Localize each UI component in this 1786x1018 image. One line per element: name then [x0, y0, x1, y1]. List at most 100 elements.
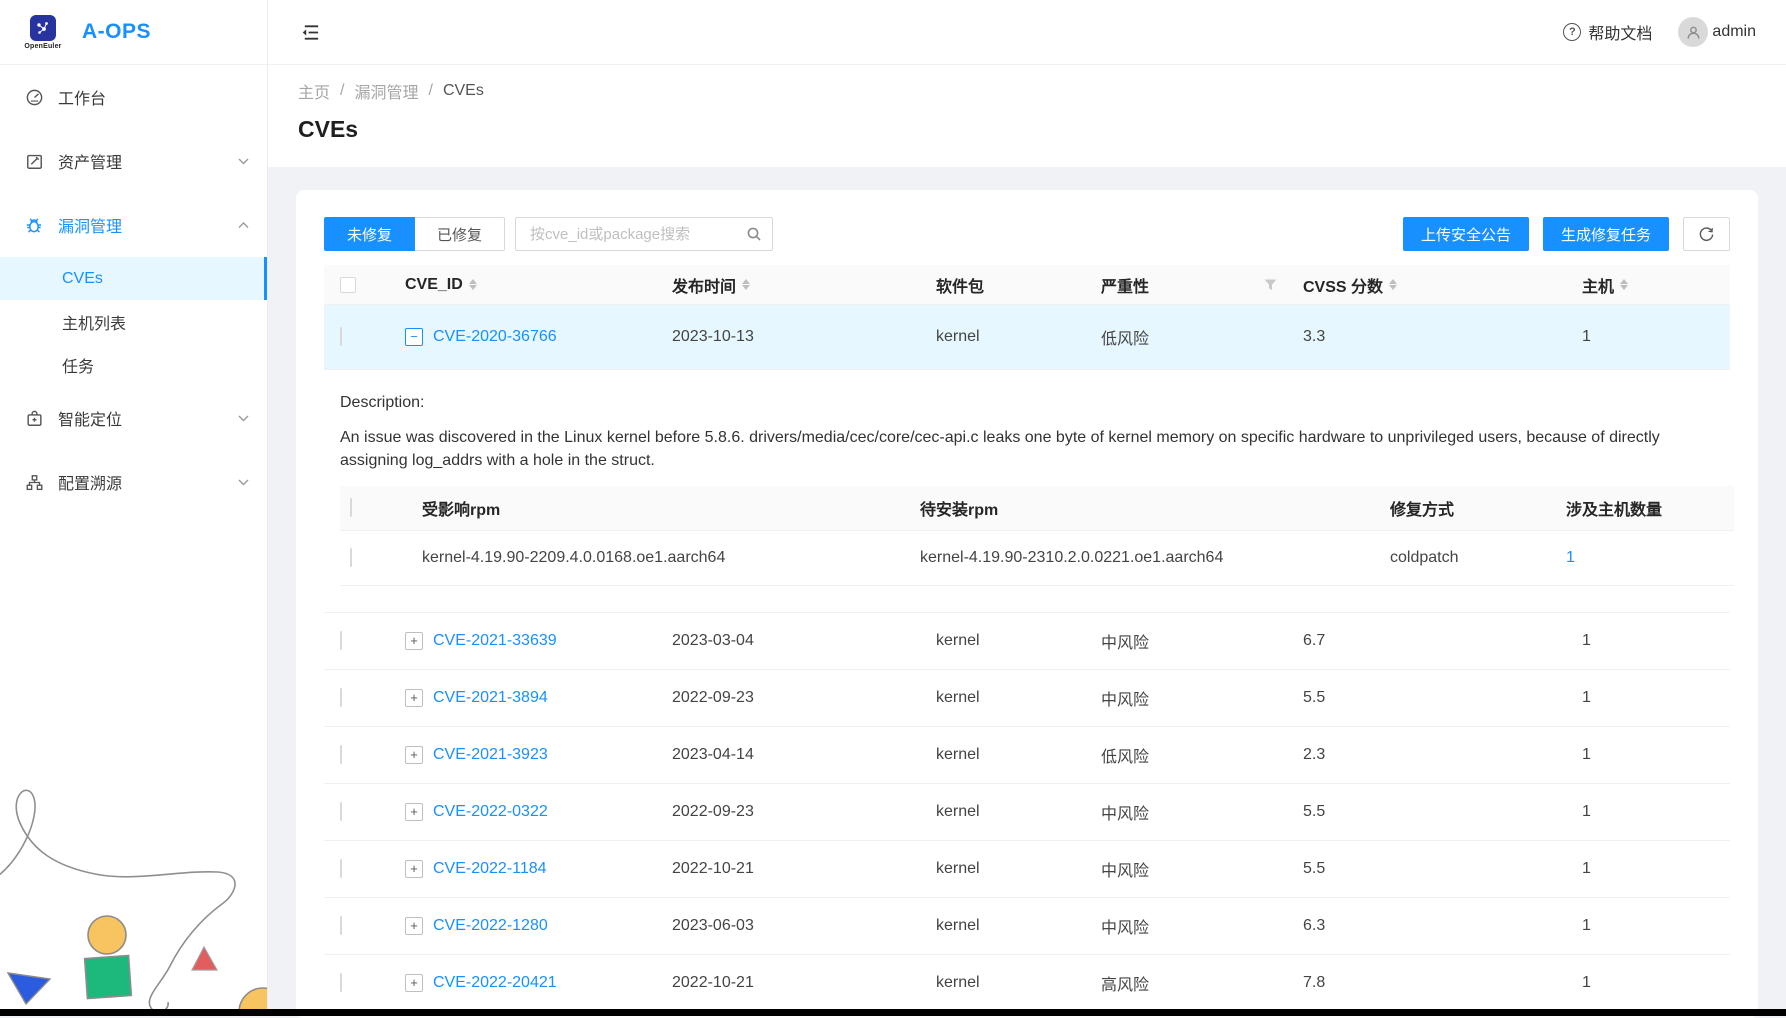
breadcrumb-home[interactable]: 主页 — [298, 79, 330, 103]
package-cell: kernel — [914, 632, 1099, 650]
package-cell: kernel — [914, 860, 1099, 878]
generate-repair-task-button[interactable]: 生成修复任务 — [1543, 217, 1669, 251]
expand-toggle[interactable]: + — [405, 803, 423, 821]
expand-toggle[interactable]: + — [405, 689, 423, 707]
cve-link[interactable]: CVE-2021-3923 — [433, 746, 548, 764]
cve-cell: + CVE-2022-1280 — [388, 917, 664, 935]
cvss-cell: 5.5 — [1301, 803, 1516, 821]
expand-toggle[interactable]: + — [405, 746, 423, 764]
rpm-hosts-link[interactable]: 1 — [1566, 549, 1575, 566]
package-cell: kernel — [914, 917, 1099, 935]
expand-toggle[interactable]: + — [405, 917, 423, 935]
cve-link[interactable]: CVE-2021-33639 — [433, 632, 557, 650]
tab-unfixed[interactable]: 未修复 — [324, 217, 415, 251]
row-checkbox-cell — [324, 860, 388, 878]
row-checkbox[interactable] — [340, 631, 342, 650]
sidebar-item-assets[interactable]: 资产管理 — [0, 129, 267, 193]
column-label: 主机 — [1582, 273, 1614, 297]
expand-toggle[interactable]: + — [405, 860, 423, 878]
breadcrumb-vuln[interactable]: 漏洞管理 — [354, 79, 418, 103]
table-row: + CVE-2021-33639 2023-03-04 kernel 中风险 6… — [324, 613, 1730, 670]
row-checkbox-cell — [324, 803, 388, 821]
severity-cell: 中风险 — [1099, 629, 1301, 653]
user-menu[interactable]: admin — [1678, 17, 1756, 47]
sidebar-item-vulnerability[interactable]: 漏洞管理 — [0, 193, 267, 257]
sidebar-collapse-button[interactable] — [298, 20, 322, 44]
table-body: − CVE-2020-36766 2023-10-13 kernel 低风险 3… — [324, 305, 1730, 1012]
row-expansion: Description: An issue was discovered in … — [324, 370, 1730, 613]
row-checkbox[interactable] — [340, 916, 342, 935]
rpm-row-checkbox[interactable] — [350, 548, 352, 567]
row-checkbox-cell — [324, 974, 388, 992]
sort-icon[interactable] — [742, 279, 750, 290]
row-checkbox[interactable] — [340, 802, 342, 821]
sidebar-subitem-label: CVEs — [62, 270, 103, 288]
search-input[interactable] — [528, 225, 746, 244]
rpm-table-header: 受影响rpm 待安装rpm 修复方式 涉及主机数量 — [340, 486, 1734, 531]
publish-date-cell: 2022-09-23 — [664, 803, 914, 821]
question-circle-icon: ? — [1563, 23, 1581, 41]
edit-icon — [24, 151, 44, 171]
upload-advisory-button[interactable]: 上传安全公告 — [1403, 217, 1529, 251]
row-checkbox[interactable] — [340, 688, 342, 707]
openeuler-logo: OpenEuler — [16, 15, 70, 50]
package-cell: kernel — [914, 803, 1099, 821]
filter-icon[interactable] — [1264, 279, 1277, 291]
sidebar-item-workbench[interactable]: 工作台 — [0, 65, 267, 129]
app-name: A-OPS — [82, 20, 151, 44]
cve-cell: + CVE-2022-1184 — [388, 860, 664, 878]
rpm-table-row: kernel-4.19.90-2209.4.0.0168.oe1.aarch64… — [340, 531, 1734, 586]
rpm-column-install: 待安装rpm — [918, 496, 1388, 520]
help-docs-link[interactable]: ? 帮助文档 — [1563, 20, 1652, 44]
column-label: CVSS 分数 — [1303, 273, 1383, 297]
sidebar-item-tasks[interactable]: 任务 — [0, 343, 267, 386]
package-cell: kernel — [914, 328, 1099, 346]
row-checkbox[interactable] — [340, 327, 342, 346]
cve-link[interactable]: CVE-2022-1184 — [433, 860, 547, 878]
cve-link[interactable]: CVE-2022-1280 — [433, 917, 548, 935]
column-severity: 严重性 — [1099, 273, 1301, 297]
chevron-up-icon — [238, 222, 249, 229]
row-checkbox[interactable] — [340, 973, 342, 992]
row-checkbox-cell — [324, 632, 388, 650]
sidebar-item-config-trace[interactable]: 配置溯源 — [0, 450, 267, 514]
sidebar-item-label: 资产管理 — [58, 149, 122, 173]
column-cve-id: CVE_ID — [388, 276, 664, 294]
search-box — [515, 217, 773, 251]
row-checkbox[interactable] — [340, 745, 342, 764]
select-all-checkbox[interactable] — [340, 277, 356, 293]
sidebar-item-cves[interactable]: CVEs — [0, 257, 267, 300]
cve-link[interactable]: CVE-2022-20421 — [433, 974, 557, 992]
expand-toggle[interactable]: − — [405, 328, 423, 346]
publish-date-cell: 2023-10-13 — [664, 328, 914, 346]
topbar: ? 帮助文档 admin — [268, 0, 1786, 65]
row-checkbox[interactable] — [340, 859, 342, 878]
tab-fixed[interactable]: 已修复 — [415, 217, 505, 251]
locate-icon — [24, 408, 44, 428]
severity-cell: 中风险 — [1099, 686, 1301, 710]
column-host: 主机 — [1516, 273, 1730, 297]
rpm-column-hosts: 涉及主机数量 — [1558, 496, 1734, 520]
refresh-button[interactable] — [1683, 217, 1730, 251]
cve-cell: + CVE-2021-3923 — [388, 746, 664, 764]
cve-link[interactable]: CVE-2022-0322 — [433, 803, 548, 821]
sort-icon[interactable] — [469, 279, 477, 290]
sort-icon[interactable] — [1620, 279, 1628, 290]
username: admin — [1712, 23, 1756, 41]
rpm-select-all-checkbox[interactable] — [350, 498, 352, 517]
sidebar-item-host-list[interactable]: 主机列表 — [0, 300, 267, 343]
sidebar-item-smart-locate[interactable]: 智能定位 — [0, 386, 267, 450]
cve-link[interactable]: CVE-2021-3894 — [433, 689, 548, 707]
bottom-black-bar — [0, 1009, 1786, 1016]
table-row: + CVE-2022-20421 2022-10-21 kernel 高风险 7… — [324, 955, 1730, 1012]
cve-link[interactable]: CVE-2020-36766 — [433, 328, 557, 346]
publish-date-cell: 2023-06-03 — [664, 917, 914, 935]
search-icon[interactable] — [746, 226, 762, 242]
host-count-cell: 1 — [1516, 917, 1730, 935]
severity-cell: 低风险 — [1099, 743, 1301, 767]
expand-toggle[interactable]: + — [405, 974, 423, 992]
toolbar: 未修复 已修复 上传安全公告 生成修复任务 — [324, 217, 1730, 251]
expand-toggle[interactable]: + — [405, 632, 423, 650]
package-cell: kernel — [914, 746, 1099, 764]
sort-icon[interactable] — [1389, 279, 1397, 290]
